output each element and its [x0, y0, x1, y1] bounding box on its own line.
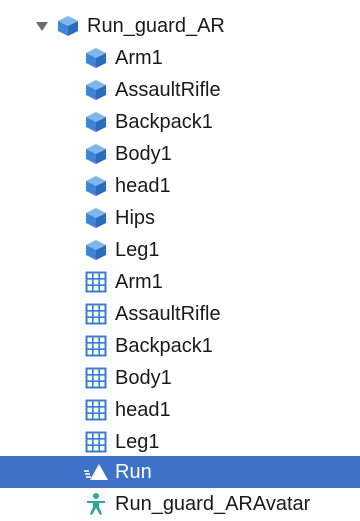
tree-item-label: Arm1 [115, 271, 163, 293]
tree-item-mesh[interactable]: head1 [0, 394, 360, 426]
tree-item-label: AssaultRifle [115, 303, 221, 325]
tree-item-label: Run_guard_AR [87, 15, 225, 37]
tree-item-label: Leg1 [115, 431, 160, 453]
prefab-icon [83, 45, 109, 71]
tree-item-prefab[interactable]: Body1 [0, 138, 360, 170]
tree-item-prefab[interactable]: AssaultRifle [0, 74, 360, 106]
tree-item-label: Run [115, 461, 152, 483]
hierarchy-panel: Run_guard_AR Arm1 AssaultRifle Backpack1… [0, 0, 360, 521]
prefab-icon [83, 205, 109, 231]
tree-item-label: Backpack1 [115, 335, 213, 357]
tree-item-mesh[interactable]: Backpack1 [0, 330, 360, 362]
tree-item-label: Arm1 [115, 47, 163, 69]
tree-item-prefab[interactable]: Arm1 [0, 42, 360, 74]
prefab-icon [83, 77, 109, 103]
prefab-icon [83, 237, 109, 263]
tree-item-label: Run_guard_ARAvatar [115, 493, 311, 515]
tree-item-label: Hips [115, 207, 156, 229]
tree-item-label: head1 [115, 175, 171, 197]
tree-item-root[interactable]: Run_guard_AR [0, 10, 360, 42]
tree-item-prefab[interactable]: Backpack1 [0, 106, 360, 138]
prefab-icon [55, 13, 81, 39]
tree-item-label: head1 [115, 399, 171, 421]
tree-item-mesh[interactable]: Leg1 [0, 426, 360, 458]
tree-item-label: AssaultRifle [115, 79, 221, 101]
prefab-icon [83, 173, 109, 199]
tree-item-mesh[interactable]: Body1 [0, 362, 360, 394]
tree-item-prefab[interactable]: Hips [0, 202, 360, 234]
tree-item-mesh[interactable]: Arm1 [0, 266, 360, 298]
tree-item-animation-clip[interactable]: Run [0, 456, 360, 488]
tree-item-prefab[interactable]: head1 [0, 170, 360, 202]
mesh-grid-icon [83, 333, 109, 359]
animation-clip-icon [83, 459, 109, 485]
tree-item-label: Backpack1 [115, 111, 213, 133]
prefab-icon [83, 141, 109, 167]
tree-item-mesh[interactable]: AssaultRifle [0, 298, 360, 330]
mesh-grid-icon [83, 397, 109, 423]
mesh-grid-icon [83, 365, 109, 391]
tree-item-label: Body1 [115, 367, 172, 389]
avatar-icon [83, 491, 109, 517]
prefab-icon [83, 109, 109, 135]
tree-item-prefab[interactable]: Leg1 [0, 234, 360, 266]
tree-item-label: Leg1 [115, 239, 160, 261]
mesh-grid-icon [83, 429, 109, 455]
mesh-grid-icon [83, 301, 109, 327]
tree-item-avatar[interactable]: Run_guard_ARAvatar [0, 488, 360, 520]
expand-arrow-icon[interactable] [36, 21, 48, 31]
tree-item-label: Body1 [115, 143, 172, 165]
mesh-grid-icon [83, 269, 109, 295]
